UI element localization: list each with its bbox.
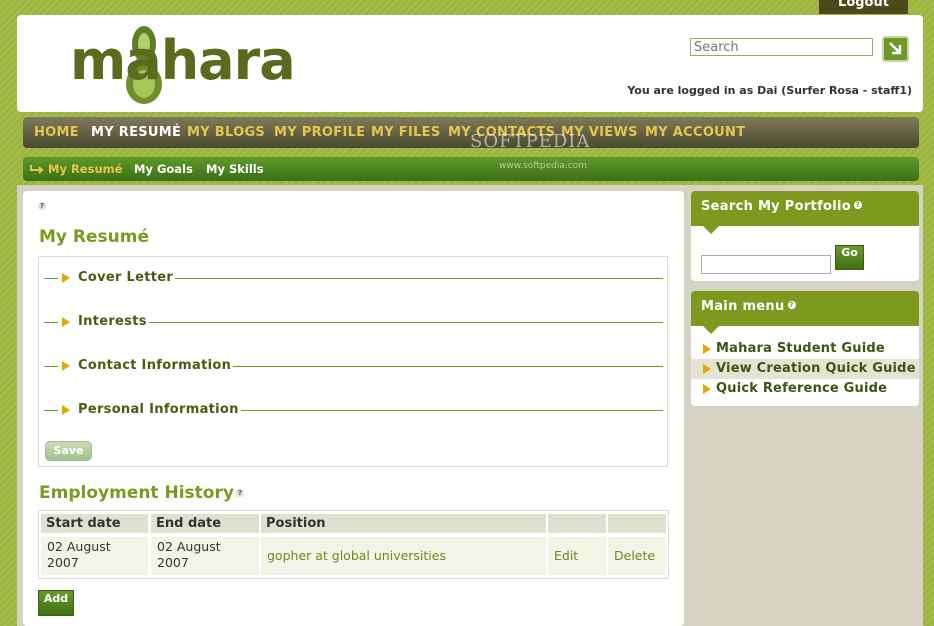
help-icon[interactable]: ? [236, 489, 244, 497]
add-button[interactable]: Add [38, 590, 74, 616]
help-icon[interactable]: ? [787, 301, 796, 309]
section-contact-information[interactable]: Contact Information [44, 358, 663, 374]
logout-label[interactable]: Logout [838, 0, 889, 10]
edit-link[interactable]: Edit [548, 537, 606, 575]
logged-in-status: You are logged in as Dai (Surfer Rosa - … [627, 84, 912, 97]
arrow-down-right-icon [889, 42, 902, 55]
nav-my-blogs[interactable]: MY BLOGS [187, 117, 265, 148]
cell-end-date: 02 August 2007 [151, 537, 259, 575]
end-date-year: 2007 [157, 555, 189, 570]
subnav-my-skills[interactable]: My Skills [206, 157, 264, 182]
logout-tab[interactable]: Logout [819, 0, 908, 14]
start-date-day: 02 August [47, 539, 111, 554]
menu-item-student-guide[interactable]: Mahara Student Guide [691, 339, 919, 359]
section-personal-information[interactable]: Personal Information [44, 402, 663, 418]
subnav-my-resume[interactable]: My Resumé [48, 157, 122, 182]
section-interests[interactable]: Interests [44, 314, 663, 330]
sub-nav: My Resumé My Goals My Skills [23, 157, 919, 181]
search-portfolio-title: Search My Portfolio [701, 199, 852, 214]
search-portfolio-header: Search My Portfolio? [691, 191, 919, 234]
bullet-triangle-icon [703, 384, 711, 394]
nav-my-files[interactable]: MY FILES [371, 117, 441, 148]
end-date-day: 02 August [157, 539, 221, 554]
menu-item-label[interactable]: Mahara Student Guide [716, 339, 885, 359]
bullet-triangle-icon [703, 344, 711, 354]
watermark-url: www.softpedia.com [499, 161, 587, 171]
section-label[interactable]: Contact Information [78, 358, 234, 373]
return-arrow-icon [30, 165, 44, 174]
column-header-start-date: Start date [41, 514, 148, 533]
cell-position: gopher at global universities [261, 537, 546, 575]
menu-item-quick-reference[interactable]: Quick Reference Guide [691, 379, 919, 399]
nav-my-resume[interactable]: MY RESUMÉ [91, 117, 181, 148]
save-button[interactable]: Save [45, 441, 92, 461]
column-header-end-date: End date [151, 514, 259, 533]
help-icon[interactable]: ? [38, 202, 46, 210]
menu-item-view-creation-guide[interactable]: View Creation Quick Guide [691, 359, 919, 379]
column-header-edit [548, 514, 606, 533]
expand-triangle-icon[interactable] [62, 273, 70, 283]
help-icon[interactable]: ? [854, 201, 863, 209]
column-header-delete [608, 514, 666, 533]
nav-my-account[interactable]: MY ACCOUNT [645, 117, 745, 148]
employment-history-title: Employment History [39, 483, 234, 503]
section-label[interactable]: Personal Information [78, 402, 241, 417]
section-label[interactable]: Interests [78, 314, 149, 329]
column-header-position: Position [261, 514, 546, 533]
cell-start-date: 02 August 2007 [41, 537, 148, 575]
delete-link[interactable]: Delete [608, 537, 666, 575]
expand-triangle-icon[interactable] [62, 361, 70, 371]
menu-item-label[interactable]: Quick Reference Guide [716, 379, 887, 399]
start-date-year: 2007 [47, 555, 79, 570]
bullet-triangle-icon [703, 364, 711, 374]
search-button[interactable] [882, 36, 909, 62]
section-cover-letter[interactable]: Cover Letter [44, 270, 663, 286]
nav-home[interactable]: HOME [34, 117, 79, 148]
logo-wordmark: mahara [70, 29, 296, 92]
expand-triangle-icon[interactable] [62, 405, 70, 415]
section-label[interactable]: Cover Letter [78, 270, 176, 285]
search-input[interactable] [690, 38, 873, 56]
resume-title: My Resumé [39, 227, 150, 247]
main-menu-title: Main menu [701, 299, 785, 314]
go-button[interactable]: Go [835, 245, 864, 270]
subnav-my-goals[interactable]: My Goals [134, 157, 193, 182]
nav-my-profile[interactable]: MY PROFILE [274, 117, 365, 148]
menu-item-label[interactable]: View Creation Quick Guide [716, 359, 916, 379]
main-menu-header: Main menu? [691, 291, 919, 334]
portfolio-search-input[interactable] [701, 255, 831, 274]
watermark: SOFTPEDIA [470, 131, 591, 152]
expand-triangle-icon[interactable] [62, 317, 70, 327]
